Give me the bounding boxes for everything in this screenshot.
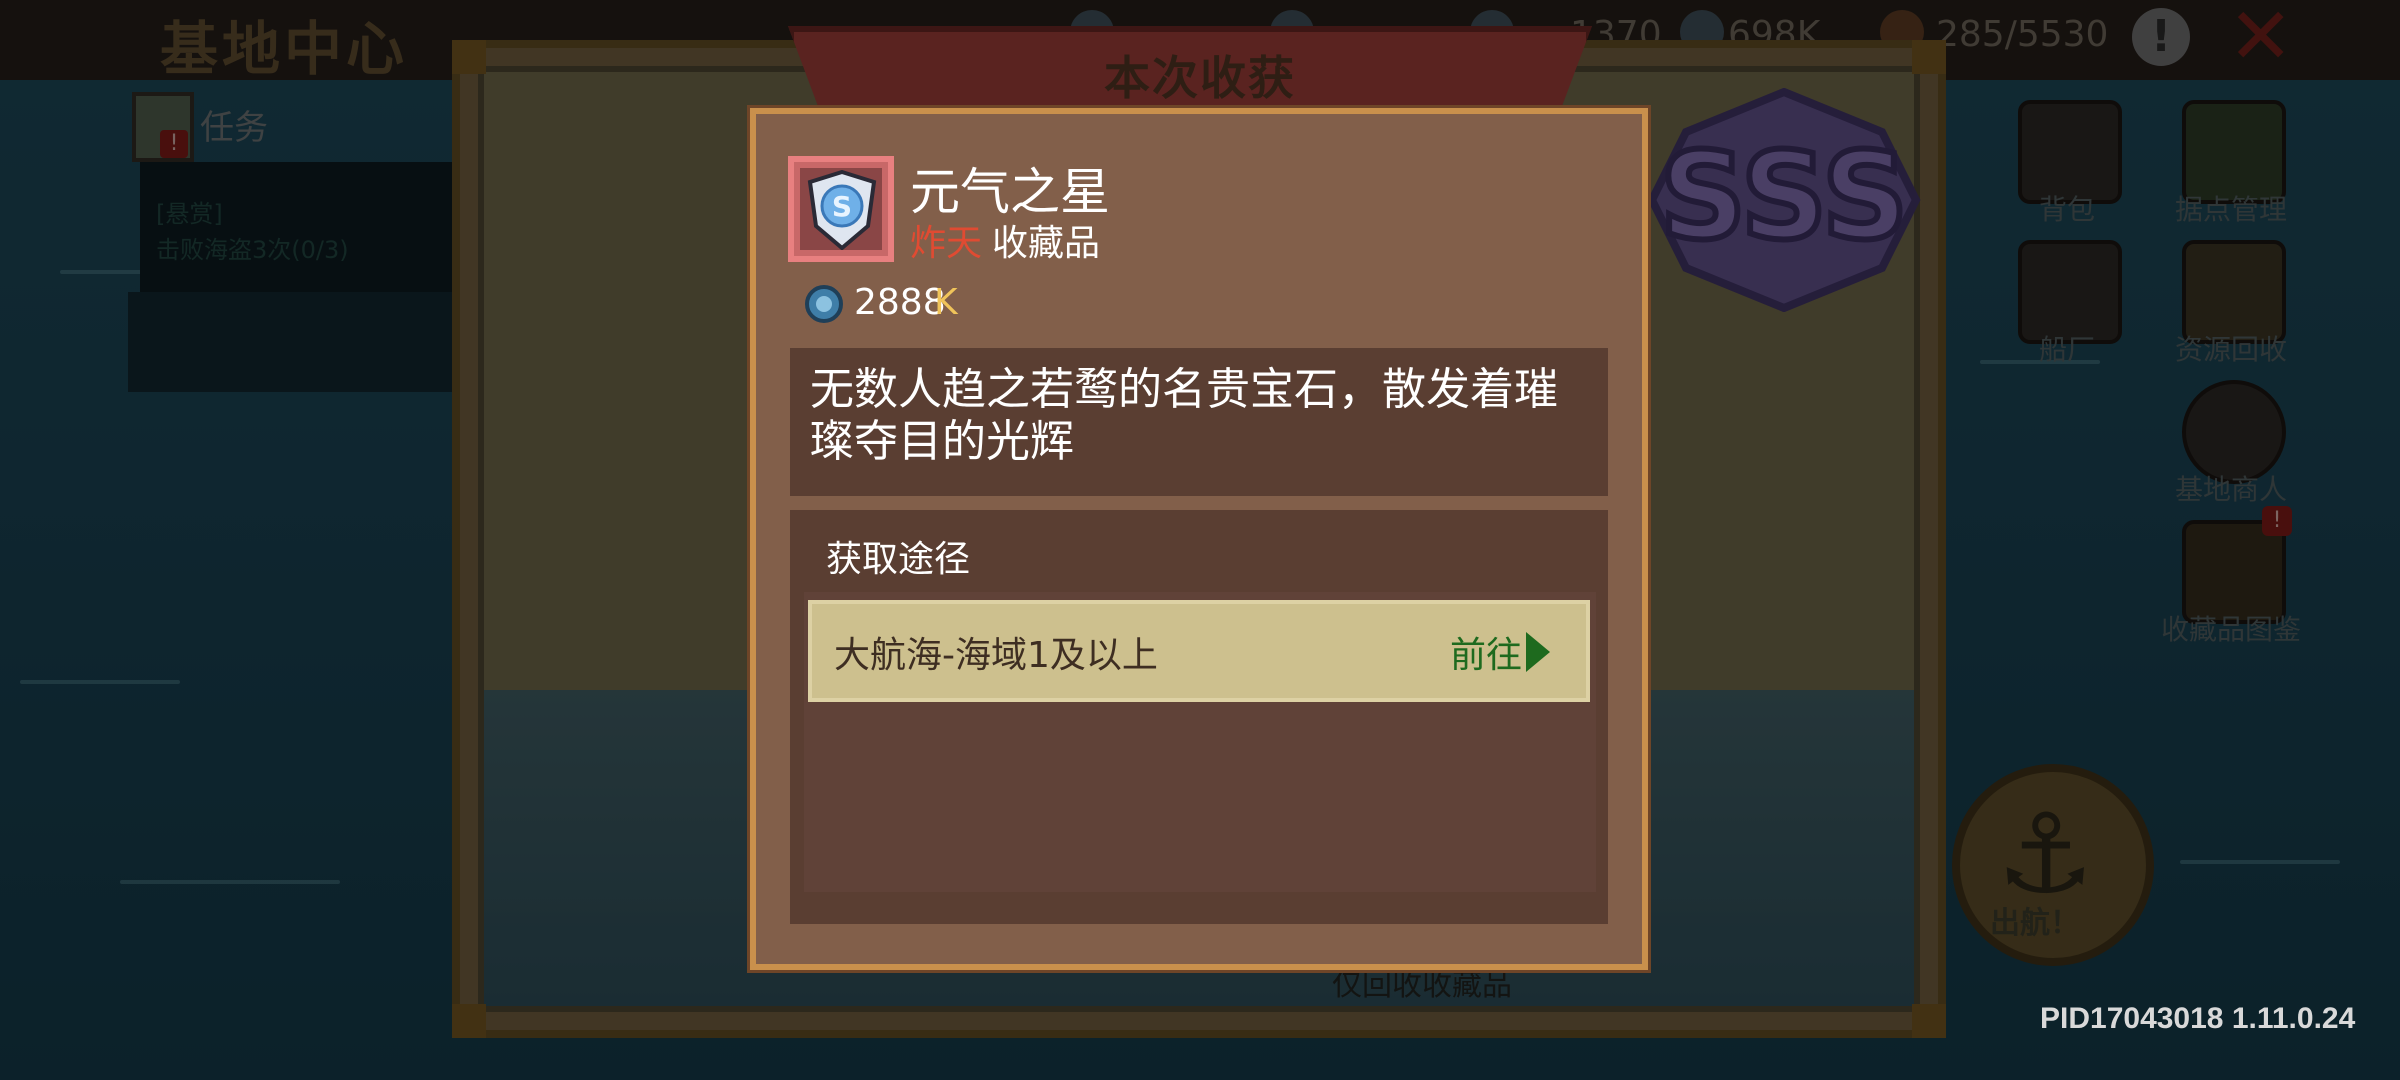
harvest-title: 本次收获 [1104, 51, 1296, 105]
source-title: 获取途径 [826, 539, 971, 580]
play-arrow-icon[interactable] [1526, 632, 1550, 672]
source-route-text: 大航海-海域1及以上 [834, 635, 1158, 676]
item-price-value: 2888 [854, 282, 946, 323]
gem-shield-icon: S [807, 170, 877, 250]
item-description: 无数人趋之若鹜的名贵宝石，散发着璀璨夺目的光辉 [810, 364, 1558, 467]
go-button[interactable]: 前往 [1450, 626, 1522, 678]
item-price-unit: K [934, 282, 958, 323]
item-type: 收藏品 [992, 223, 1101, 264]
coin-icon [805, 285, 843, 323]
svg-text:S: S [832, 190, 852, 223]
build-info: PID17043018 1.11.0.24 [2040, 1002, 2356, 1035]
item-rarity: 炸天 [910, 223, 983, 264]
